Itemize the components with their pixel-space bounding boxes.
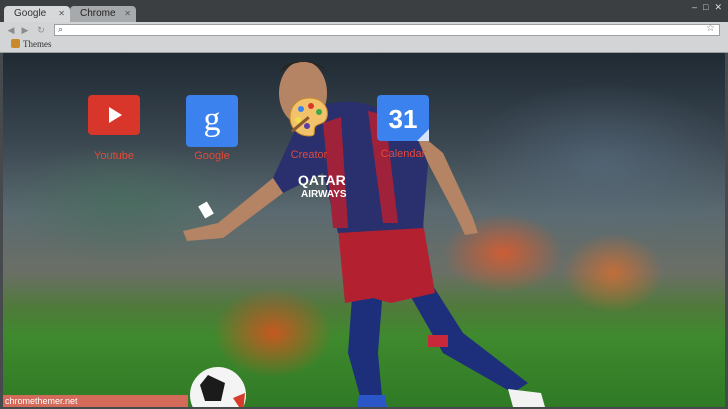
themes-icon — [11, 39, 20, 48]
google-icon: g — [186, 95, 238, 147]
tab-chrome[interactable]: Chrome ✕ — [70, 6, 136, 22]
app-label: Youtube — [94, 150, 134, 162]
app-google[interactable]: g Google — [182, 95, 242, 162]
bookmarks-bar: Themes — [0, 38, 728, 53]
close-tab-icon[interactable]: ✕ — [124, 6, 131, 22]
close-tab-icon[interactable]: ✕ — [58, 6, 65, 22]
bookmark-themes[interactable]: Themes — [11, 39, 52, 49]
youtube-icon — [88, 95, 140, 135]
tab-label: Google — [14, 8, 47, 19]
new-tab-page: QATAR AIRWAYS Youtube g Google Creator 3… — [3, 53, 725, 407]
forward-icon[interactable]: ▶ — [20, 25, 30, 35]
calendar-icon: 31 — [377, 95, 429, 141]
maximize-icon[interactable]: □ — [703, 2, 708, 13]
svg-text:QATAR: QATAR — [298, 172, 346, 188]
svg-text:AIRWAYS: AIRWAYS — [301, 189, 347, 200]
tab-google[interactable]: Google ✕ — [4, 6, 70, 22]
calendar-day: 31 — [388, 104, 418, 134]
browser-window: Google ✕ Chrome ✕ – □ ✕ ◀ ▶ ↻ ⌕ ☆ Themes — [0, 0, 728, 409]
address-bar[interactable]: ⌕ ☆ — [54, 23, 720, 36]
app-youtube[interactable]: Youtube — [84, 95, 144, 162]
app-label: Calendar — [380, 148, 426, 160]
palette-icon — [289, 97, 328, 137]
tab-label: Chrome — [80, 8, 116, 19]
tab-strip: Google ✕ Chrome ✕ – □ ✕ — [0, 0, 728, 22]
app-creator[interactable]: Creator — [279, 95, 339, 161]
google-glyph: g — [203, 101, 221, 138]
close-window-icon[interactable]: ✕ — [714, 2, 722, 13]
reload-icon[interactable]: ↻ — [36, 25, 46, 35]
minimize-icon[interactable]: – — [692, 2, 697, 13]
back-icon[interactable]: ◀ — [6, 25, 16, 35]
bookmark-star-icon[interactable]: ☆ — [706, 23, 715, 34]
bookmark-label: Themes — [23, 39, 52, 49]
toolbar: ◀ ▶ ↻ ⌕ ☆ — [0, 22, 728, 38]
status-bar: chromethemer.net — [3, 395, 188, 407]
app-calendar[interactable]: 31 Calendar — [373, 95, 433, 160]
app-label: Creator — [290, 149, 328, 161]
app-label: Google — [194, 150, 230, 162]
search-icon: ⌕ — [58, 24, 64, 34]
window-controls: – □ ✕ — [692, 2, 722, 13]
